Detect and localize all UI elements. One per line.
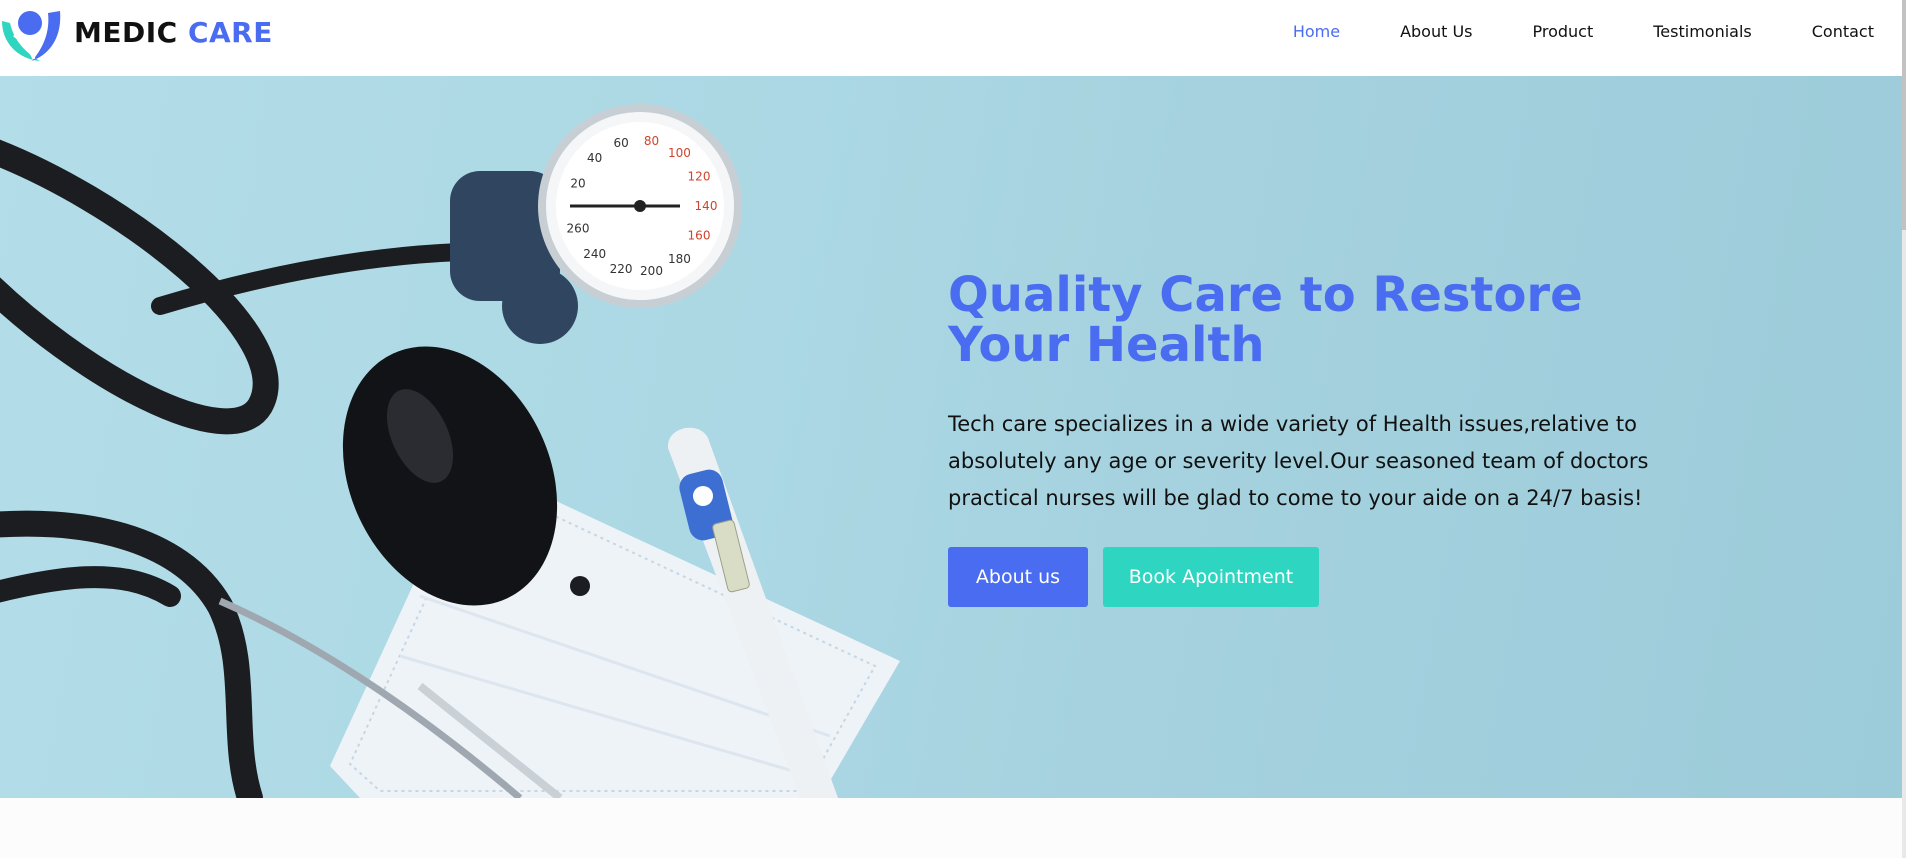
brand-word-1: MEDIC (74, 15, 178, 49)
nav-home[interactable]: Home (1293, 22, 1340, 41)
gauge-tick-label: 120 (688, 169, 711, 183)
hero-medical-equipment-image: 2040 60 80 100 120 140 160 180 200 220 240 260 (0, 104, 900, 798)
site-header: MEDIC CARE Home About Us Product Testimo… (0, 0, 1902, 76)
gauge-tick-label: 140 (695, 199, 718, 213)
nav-contact[interactable]: Contact (1812, 22, 1874, 41)
hero-title: Quality Care to Restore Your Health (948, 267, 1583, 373)
brand-word-2: CARE (187, 15, 273, 49)
main-nav: Home About Us Product Testimonials Conta… (1293, 22, 1874, 41)
page-scrollbar[interactable] (1902, 0, 1906, 858)
gauge-tick-label: 160 (688, 229, 711, 243)
gauge-tick-label: 200 (640, 264, 663, 278)
nav-testimonials[interactable]: Testimonials (1653, 22, 1752, 41)
gauge-tick-label: 100 (668, 146, 691, 160)
brand-name: MEDIC CARE (74, 16, 273, 49)
gauge-tick-label: 60 (613, 136, 628, 150)
gauge-tick-label: 240 (583, 247, 606, 261)
book-appointment-button[interactable]: Book Apointment (1103, 547, 1319, 607)
hero-description: Tech care specializes in a wide variety … (948, 412, 1649, 510)
gauge-tick-label: 40 (587, 151, 602, 165)
gauge-tick-label: 20 (570, 176, 585, 190)
blood-pressure-gauge: 2040 60 80 100 120 140 160 180 200 220 240 260 (538, 104, 742, 308)
nav-about-us[interactable]: About Us (1400, 22, 1472, 41)
gauge-tick-label: 220 (610, 262, 633, 276)
nav-product[interactable]: Product (1533, 22, 1594, 41)
next-section-preview (0, 798, 1902, 858)
about-us-button[interactable]: About us (948, 547, 1088, 607)
scrollbar-thumb[interactable] (1902, 0, 1906, 230)
gauge-tick-label: 260 (567, 222, 590, 236)
medic-care-logo-icon (2, 11, 61, 61)
hero-section: 20 40 60 80 100 120 140 160 180 200 220 240 260 Qual… (0, 76, 1902, 798)
gauge-tick-label: 80 (644, 134, 659, 148)
brand-logo[interactable]: MEDIC CARE (0, 2, 273, 62)
gauge-tick-label: 180 (668, 252, 691, 266)
